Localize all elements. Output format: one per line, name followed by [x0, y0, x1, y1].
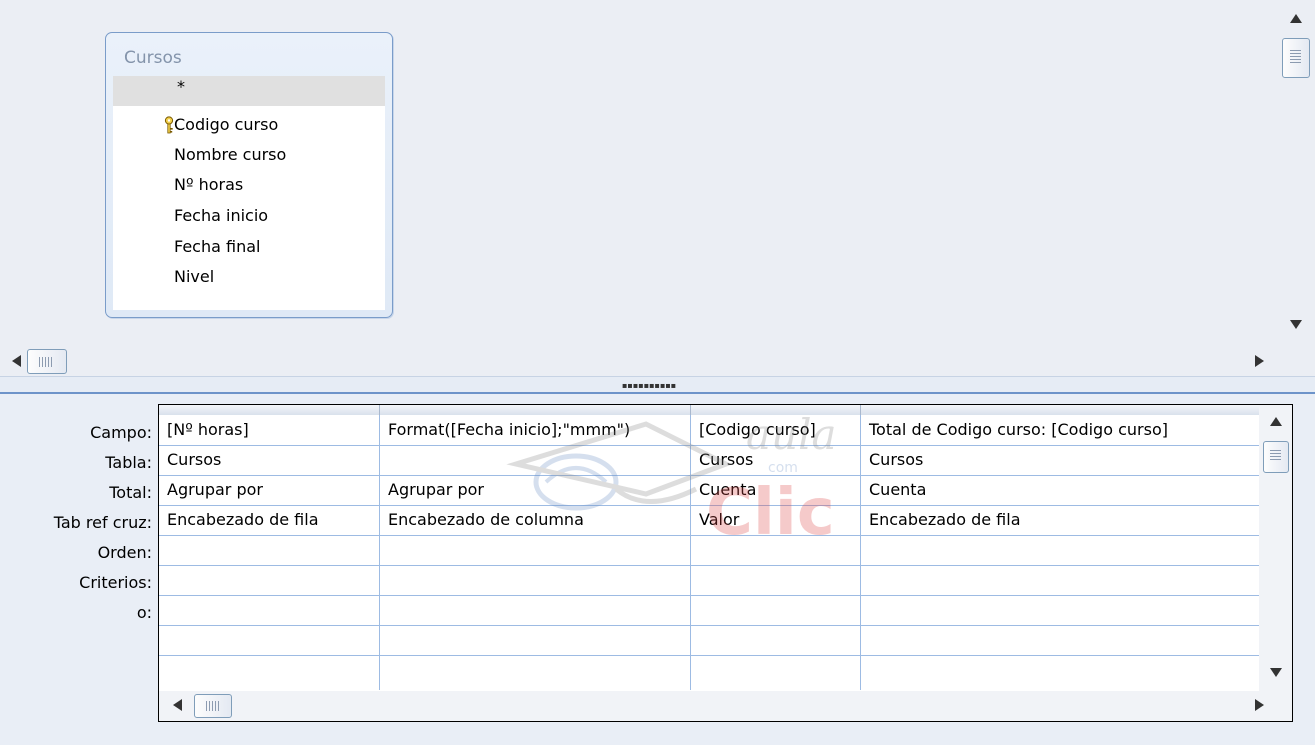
field-label: Fecha inicio	[174, 206, 269, 225]
field-label: *	[177, 77, 185, 96]
grid-cell-tab-ref-cruz[interactable]: Valor	[691, 505, 860, 535]
table-title[interactable]: Cursos	[124, 48, 182, 68]
arrow-left-icon[interactable]	[173, 699, 182, 711]
grid-cell-campo[interactable]: [Codigo curso]	[691, 415, 860, 445]
grid-cell-tabla[interactable]: Cursos	[691, 445, 860, 475]
grid-cell-campo[interactable]: Format([Fecha inicio];"mmm")	[380, 415, 690, 445]
horizontal-scroll-thumb[interactable]	[27, 349, 67, 374]
grid-cell-tabla[interactable]	[380, 445, 690, 475]
field-list-item-all[interactable]: *	[113, 76, 385, 106]
vertical-scroll-thumb[interactable]	[1282, 38, 1310, 78]
arrow-down-icon[interactable]	[1270, 668, 1282, 677]
field-label: Nombre curso	[174, 145, 287, 164]
pane-splitter[interactable]: ▪▪▪▪▪▪▪▪▪▪	[0, 376, 1315, 394]
field-list-item[interactable]: Nombre curso	[113, 140, 385, 170]
splitter-grip[interactable]: ▪▪▪▪▪▪▪▪▪▪	[622, 381, 676, 390]
table-field-list-cursos[interactable]: Cursos * Codigo curso Nombre curso Nº ho…	[105, 32, 393, 318]
row-label-total: Total:	[109, 483, 152, 502]
grid-cell-total[interactable]: Agrupar por	[380, 475, 690, 505]
query-design-upper-pane: Cursos * Codigo curso Nombre curso Nº ho…	[0, 0, 1315, 376]
row-label-tabla: Tabla:	[105, 453, 152, 472]
arrow-up-icon[interactable]	[1290, 14, 1302, 23]
grid-cell-campo[interactable]: [Nº horas]	[159, 415, 379, 445]
row-label-campo: Campo:	[90, 423, 152, 442]
grid-cell-tab-ref-cruz[interactable]: Encabezado de fila	[861, 505, 1259, 535]
field-label: Nivel	[174, 267, 215, 286]
vertical-scroll-thumb[interactable]	[1263, 441, 1289, 473]
field-list-item[interactable]: Nivel	[113, 262, 385, 292]
column-selector[interactable]	[380, 405, 691, 415]
grid-cell-tabla[interactable]: Cursos	[861, 445, 1259, 475]
grid-cell-tabla[interactable]: Cursos	[159, 445, 379, 475]
row-label-orden: Orden:	[97, 543, 152, 562]
arrow-right-icon[interactable]	[1255, 355, 1264, 367]
upper-vertical-scrollbar[interactable]	[1276, 0, 1315, 347]
field-label: Fecha final	[174, 237, 261, 256]
row-label-o: o:	[136, 603, 152, 622]
column-selector[interactable]	[691, 405, 861, 415]
arrow-right-icon[interactable]	[1255, 699, 1264, 711]
horizontal-scroll-thumb[interactable]	[194, 694, 232, 718]
field-list: * Codigo curso Nombre curso Nº horas Fec…	[113, 76, 385, 310]
grid-cell-campo[interactable]: Total de Codigo curso: [Codigo curso]	[861, 415, 1259, 445]
field-list-item[interactable]: Fecha final	[113, 232, 385, 262]
field-label: Nº horas	[174, 175, 244, 194]
grid-cell-total[interactable]: Cuenta	[861, 475, 1259, 505]
grid-cell-tab-ref-cruz[interactable]: Encabezado de columna	[380, 505, 690, 535]
row-label-criterios: Criterios:	[79, 573, 152, 592]
row-label-tab-ref-cruz: Tab ref cruz:	[53, 513, 152, 532]
grid-horizontal-scrollbar[interactable]	[159, 691, 1292, 721]
field-list-item[interactable]: Fecha inicio	[113, 201, 385, 231]
column-selector[interactable]	[861, 405, 1260, 415]
arrow-up-icon[interactable]	[1270, 417, 1282, 426]
grid-cell-total[interactable]: Agrupar por	[159, 475, 379, 505]
column-selector[interactable]	[159, 405, 380, 415]
field-list-item[interactable]: Codigo curso	[113, 110, 385, 140]
grid-cell-total[interactable]: Cuenta	[691, 475, 860, 505]
field-label: Codigo curso	[174, 115, 279, 134]
upper-horizontal-scrollbar[interactable]	[0, 347, 1276, 376]
arrow-left-icon[interactable]	[12, 355, 21, 367]
query-design-grid[interactable]: [Nº horas] Cursos Agrupar por Encabezado…	[158, 404, 1293, 722]
grid-cell-tab-ref-cruz[interactable]: Encabezado de fila	[159, 505, 379, 535]
arrow-down-icon[interactable]	[1290, 320, 1302, 329]
field-list-item[interactable]: Nº horas	[113, 170, 385, 200]
grid-vertical-scrollbar[interactable]	[1259, 405, 1292, 691]
